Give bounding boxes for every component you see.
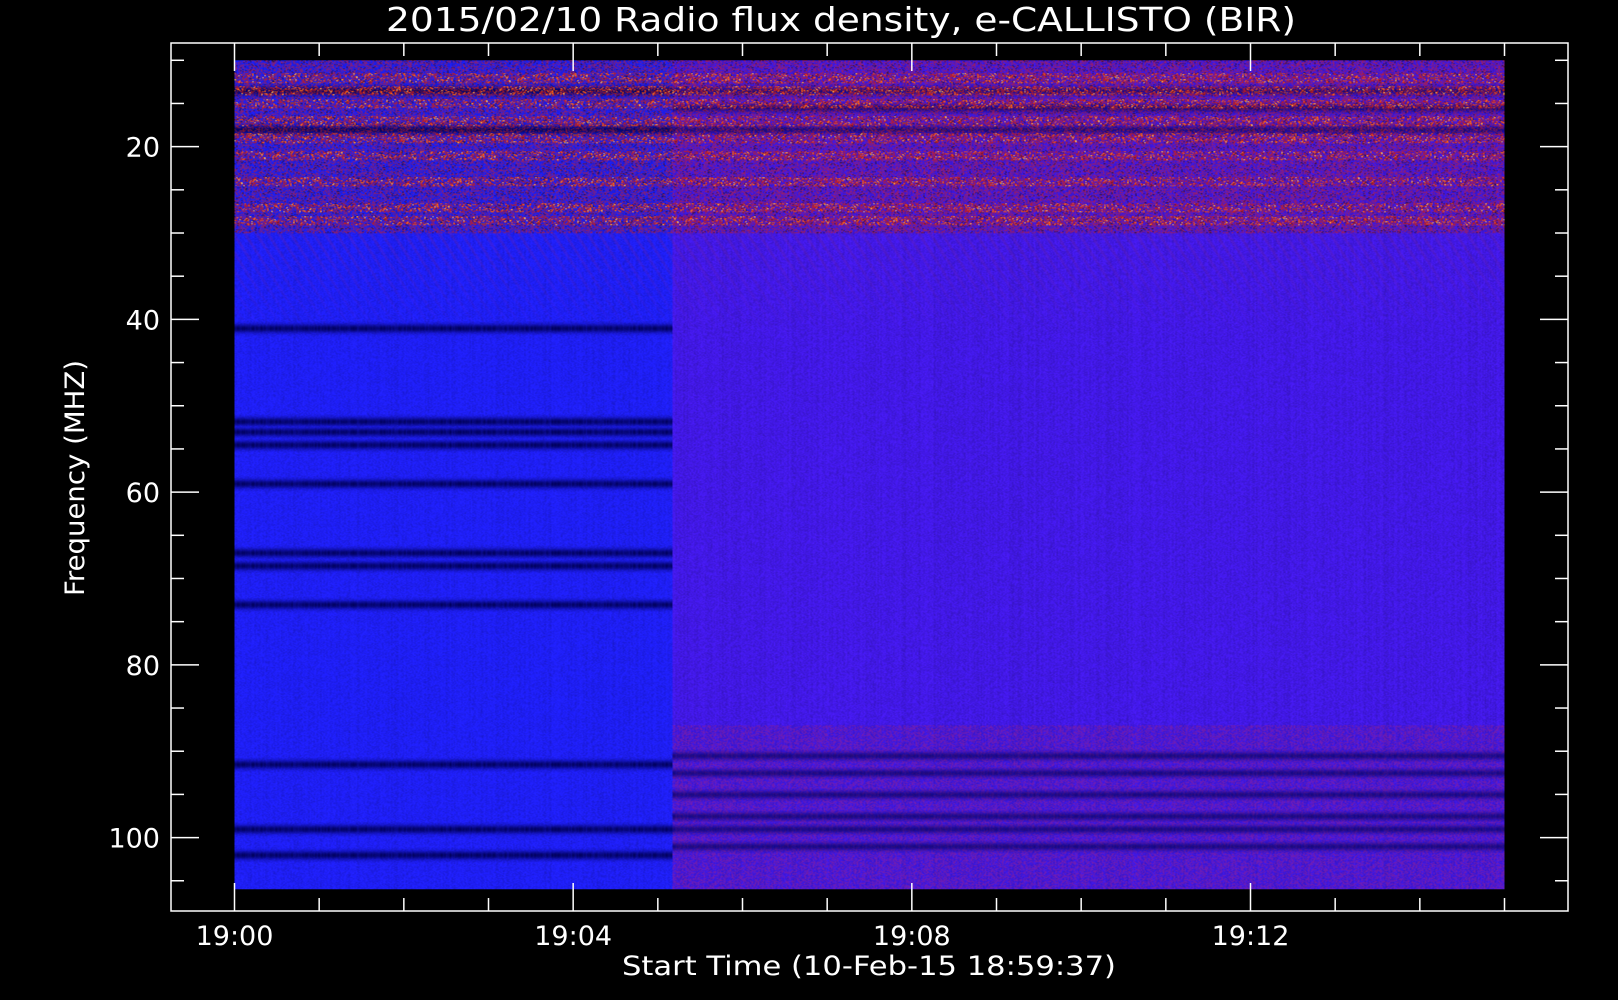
spectrogram-chart: 2015/02/10 Radio flux density, e-CALLIST… [0,0,1618,1000]
x-tick-label: 19:00 [196,921,274,952]
y-tick-label: 80 [126,651,160,682]
y-tick-label: 60 [126,478,160,509]
spectrogram-image [234,60,1505,890]
x-tick-label: 19:08 [873,921,951,952]
spectrogram-heatmap [234,60,1505,890]
x-tick-label: 19:12 [1212,921,1290,952]
x-axis-label: Start Time (10-Feb-15 18:59:37) [622,951,1116,982]
x-tick-label: 19:04 [534,921,612,952]
y-axis-label: Frequency (MHZ) [60,360,91,596]
y-tick-label: 20 [126,133,160,164]
y-tick-label: 40 [126,305,160,336]
chart-title: 2015/02/10 Radio flux density, e-CALLIST… [386,0,1296,39]
y-tick-label: 100 [108,824,160,855]
